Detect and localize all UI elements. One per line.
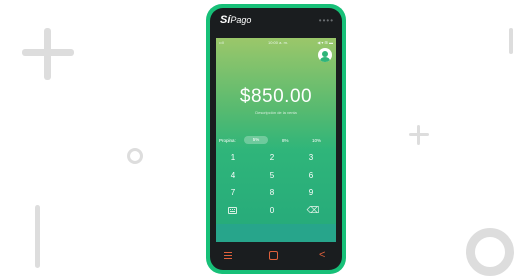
- amount-display: $850.00: [239, 86, 313, 107]
- carrier-signal: ••ll: [219, 40, 224, 45]
- charge-button[interactable]: [216, 224, 336, 242]
- description-input[interactable]: Descripción de la venta: [216, 110, 336, 115]
- tip-option-5[interactable]: 5%: [244, 136, 268, 144]
- home-icon[interactable]: [269, 251, 278, 260]
- user-avatar-icon[interactable]: [318, 48, 332, 62]
- keypad-key-6[interactable]: 6: [301, 170, 321, 182]
- menu-icon[interactable]: [224, 252, 232, 259]
- decorative-ring-small: [127, 148, 143, 164]
- keypad-key-7[interactable]: 7: [223, 187, 243, 199]
- back-icon[interactable]: <: [319, 248, 325, 262]
- status-time: 10:00 a. m.: [268, 40, 289, 45]
- tip-option-10[interactable]: 10%: [312, 138, 321, 143]
- more-dots-icon: ••••: [318, 16, 334, 25]
- tip-selector: Propina: 5% 8% 10%: [216, 136, 336, 146]
- avatar-body: [320, 57, 330, 62]
- decorative-plus-large-vertical: [44, 28, 51, 80]
- decorative-bar-right: [509, 28, 513, 54]
- logo-suffix: Pago: [230, 15, 252, 25]
- decorative-ring-large: [466, 228, 514, 276]
- keypad-key-0[interactable]: 0: [262, 205, 282, 217]
- keyboard-icon[interactable]: [228, 207, 237, 214]
- tip-option-8[interactable]: 8%: [282, 138, 289, 143]
- keypad-key-5[interactable]: 5: [262, 170, 282, 182]
- logo-brand: Sí: [220, 14, 231, 26]
- keypad-key-9[interactable]: 9: [301, 187, 321, 199]
- payment-screen: ••ll 10:00 a. m. ◀ ▾ ⊞ ▬ $850.00 Descrip…: [216, 38, 336, 242]
- phone-body: SíPago •••• ••ll 10:00 a. m. ◀ ▾ ⊞ ▬ $85…: [210, 8, 342, 270]
- decorative-bar-left: [35, 205, 40, 268]
- keypad-key-1[interactable]: 1: [223, 152, 243, 164]
- keypad-key-8[interactable]: 8: [262, 187, 282, 199]
- decorative-plus-small-vertical: [417, 125, 420, 145]
- status-bar: ••ll 10:00 a. m. ◀ ▾ ⊞ ▬: [216, 39, 336, 46]
- keypad-key-4[interactable]: 4: [223, 170, 243, 182]
- backspace-icon[interactable]: ⌫: [306, 204, 320, 216]
- keypad-key-2[interactable]: 2: [262, 152, 282, 164]
- tip-label: Propina:: [219, 138, 236, 143]
- status-icons: ◀ ▾ ⊞ ▬: [317, 40, 333, 45]
- phone-device: SíPago •••• ••ll 10:00 a. m. ◀ ▾ ⊞ ▬ $85…: [206, 4, 346, 274]
- android-nav-bar: <: [210, 242, 342, 270]
- sipago-logo: SíPago: [220, 14, 251, 26]
- keypad-key-3[interactable]: 3: [301, 152, 321, 164]
